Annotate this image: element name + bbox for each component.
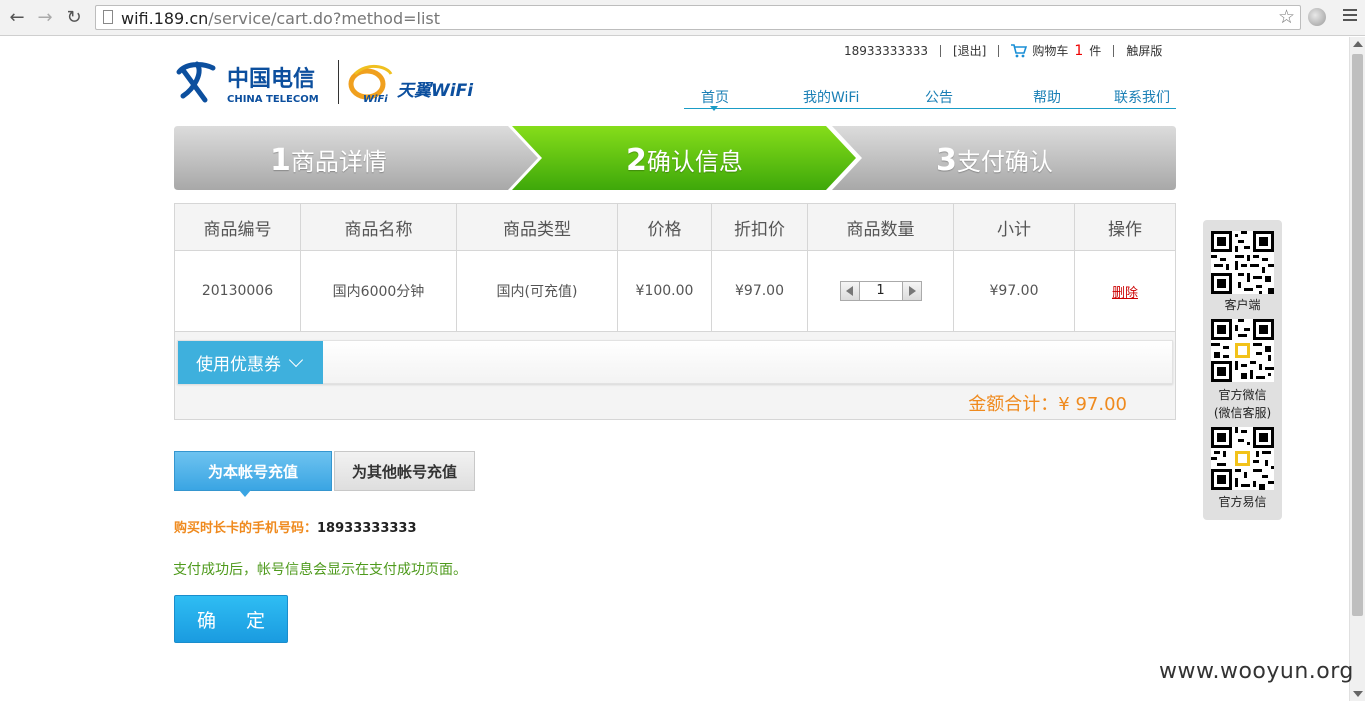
divider [998,44,1000,57]
divider [1113,44,1115,57]
logo-divider [338,60,339,104]
step-3-text: 支付确认 [956,148,1053,176]
hamburger-menu-icon[interactable] [1343,9,1357,23]
wechat-qr-code[interactable] [1211,319,1274,382]
cell-price: ¥100.00 [618,251,712,331]
cell-type: 国内(可充值) [457,251,618,331]
page-scrollbar[interactable] [1349,37,1365,701]
tab-pointer [239,490,251,497]
decrease-arrow-icon[interactable] [839,281,860,301]
divider [939,44,941,57]
watermark-text: www.wooyun.org [1159,659,1354,684]
client-qr-code[interactable] [1211,231,1274,294]
url-host: wifi.189.cn [121,9,209,28]
quantity-stepper: 1 [839,281,922,301]
user-topbar: 18933333333 [退出] 购物车 1 件 触屏版 [844,42,1162,59]
cell-subtotal: ¥97.00 [954,251,1075,331]
nav-help[interactable]: 帮助 [1033,87,1061,107]
step-2-text: 确认信息 [646,148,743,176]
step-3-label: 3支付确认 [936,142,1053,178]
tab-recharge-other-label: 为其他帐号充值 [351,462,457,481]
url-path: /service/cart.do?method=list [208,9,441,28]
table-row: 20130006 国内6000分钟 国内(可充值) ¥100.00 ¥97.00… [175,251,1175,332]
col-header-action: 操作 [1108,219,1142,240]
cart-icon[interactable] [1011,43,1028,58]
user-phone: 18933333333 [844,43,928,58]
cell-action: 删除 [1075,251,1175,331]
qr-side-panel: 客户端 官方微信 (微信客服) 官方易信 [1203,220,1282,520]
col-header-name: 商品名称 [301,204,457,250]
main-nav: 首页 我的WiFi 公告 帮助 联系我们 [684,87,1176,111]
bookmark-star-icon[interactable]: ☆ [1278,6,1295,28]
total-amount: 金额合计：¥ 97.00 [968,394,1127,415]
client-qr-label: 客户端 [1224,298,1261,312]
coupon-label: 使用优惠券 [196,355,281,375]
payment-note: 支付成功后，帐号信息会显示在支付成功页面。 [173,562,467,578]
step-3-number: 3 [936,143,957,178]
tianyi-wifi-logo[interactable]: WiFi 天翼WiFi [347,60,477,106]
extension-globe-icon[interactable] [1308,8,1326,26]
step-1-label: 1商品详情 [270,142,387,178]
cell-name: 国内6000分钟 [301,251,457,331]
table-header-row: 商品编号 商品名称 商品类型 价格 折扣价 商品数量 小计 操作 [175,204,1175,251]
nav-notice[interactable]: 公告 [925,87,953,107]
nav-active-indicator [710,106,718,111]
col-header-code: 商品编号 [175,204,301,250]
forward-arrow-icon[interactable]: → [34,7,56,29]
cell-discount: ¥97.00 [712,251,808,331]
confirm-button[interactable]: 确 定 [174,595,288,643]
address-bar[interactable]: wifi.189.cn/service/cart.do?method=list … [95,5,1301,30]
nav-home[interactable]: 首页 [701,87,729,107]
logout-link[interactable]: [退出] [953,42,986,59]
scroll-thumb[interactable] [1352,54,1363,616]
step-1-number: 1 [270,143,291,178]
col-header-qty: 商品数量 [808,204,954,250]
back-arrow-icon[interactable]: ← [6,7,28,29]
url-text[interactable]: wifi.189.cn/service/cart.do?method=list [121,9,440,28]
cell-qty: 1 [808,251,954,331]
chevron-down-icon [288,352,304,367]
phone-line: 购买时长卡的手机号码：18933333333 [174,517,417,536]
yixin-qr-code[interactable] [1211,427,1274,490]
step-1-text: 商品详情 [290,148,387,176]
yixin-qr-label: 官方易信 [1218,495,1267,509]
coupon-bar: 使用优惠券 [177,340,1173,384]
tab-recharge-other[interactable]: 为其他帐号充值 [334,451,475,491]
step-2-number: 2 [626,143,647,178]
col-header-type: 商品类型 [457,204,618,250]
cart-table: 商品编号 商品名称 商品类型 价格 折扣价 商品数量 小计 操作 2013000… [174,203,1176,420]
phone-label: 购买时长卡的手机号码： [174,521,318,536]
browser-toolbar: ← → ↻ wifi.189.cn/service/cart.do?method… [0,0,1365,36]
col-header-price: 价格 [618,204,712,250]
telecom-en-text: CHINA TELECOM [227,94,319,105]
increase-arrow-icon[interactable] [901,281,922,301]
telecom-cn-text: 中国电信 [227,66,315,92]
cart-unit: 件 [1089,44,1102,58]
page-icon [103,10,113,24]
tab-recharge-self-label: 为本帐号充值 [207,462,298,481]
reload-icon[interactable]: ↻ [63,7,85,29]
cart-link[interactable]: 购物车 [1032,42,1068,59]
phone-value: 18933333333 [317,521,417,536]
checkout-steps: 1商品详情 2确认信息 3支付确认 [174,126,1176,190]
touch-version-link[interactable]: 触屏版 [1126,42,1162,59]
col-header-discount: 折扣价 [712,204,808,250]
use-coupon-button[interactable]: 使用优惠券 [178,341,323,384]
step-2-label: 2确认信息 [626,142,743,178]
tianyi-text: 天翼WiFi [397,81,474,101]
nav-my-wifi[interactable]: 我的WiFi [803,87,859,107]
tab-recharge-self[interactable]: 为本帐号充值 [174,451,332,497]
nav-contact[interactable]: 联系我们 [1114,87,1170,107]
delete-link[interactable]: 删除 [1112,282,1138,301]
scroll-down-icon[interactable] [1353,691,1363,697]
quantity-field[interactable]: 1 [859,281,902,301]
wechat-qr-label: 官方微信 [1218,388,1267,402]
scroll-up-icon[interactable] [1353,41,1363,47]
china-telecom-logo[interactable]: 中国电信 CHINA TELECOM [175,60,335,106]
wechat-qr-sublabel: (微信客服) [1213,406,1272,420]
cart-count: 1 [1074,42,1084,59]
col-header-subtotal: 小计 [954,204,1075,250]
wifi-small-text: WiFi [363,94,388,105]
cell-code: 20130006 [175,251,301,331]
